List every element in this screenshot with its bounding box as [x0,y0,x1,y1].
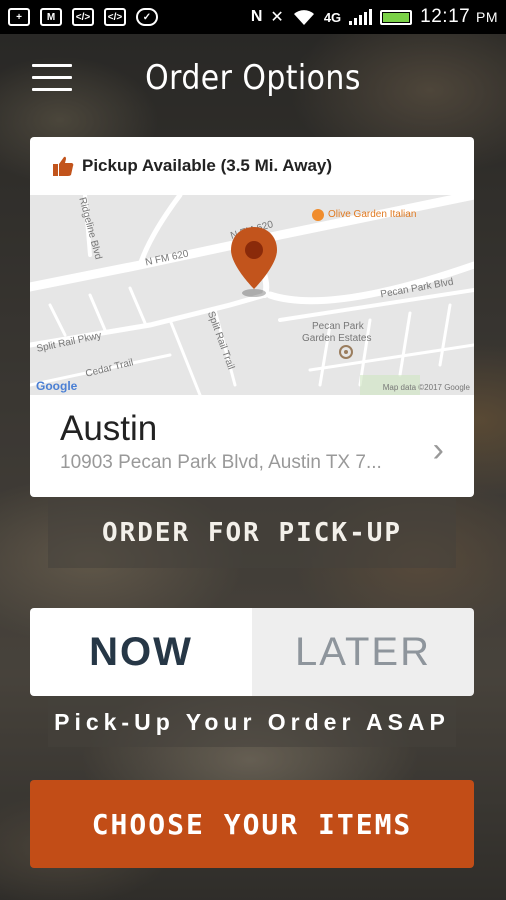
later-option[interactable]: LATER [252,608,474,696]
code-icon: </> [72,8,94,26]
google-logo: Google [36,379,78,393]
status-bar: + M </> </> ✓ N ✕ 4G 12:17 PM [0,0,506,34]
network-type: 4G [323,9,342,25]
location-city: Austin [60,409,158,448]
clock-time: 12:17 [420,6,471,27]
location-row[interactable]: Austin 10903 Pecan Park Blvd, Austin TX … [30,395,474,497]
signal-icon [349,9,373,25]
app-header: Order Options [0,34,506,120]
map-pin-icon [231,227,277,297]
map-label-olive-garden: Olive Garden Italian [328,209,417,220]
map-label-estates-line2: Garden Estates [302,333,372,344]
now-option[interactable]: NOW [30,608,252,696]
timing-toggle: NOW LATER [30,608,474,696]
mute-icon: ✕ [270,9,284,26]
location-address: 10903 Pecan Park Blvd, Austin TX 7... [60,452,382,473]
map-data-attribution: Map data ©2017 Google [382,383,470,392]
status-time: 12:17 PM [420,6,498,28]
order-for-pickup-button[interactable]: ORDER FOR PICK-UP [48,498,456,568]
clock-ampm: PM [476,9,498,25]
pickup-availability: Pickup Available (3.5 Mi. Away) [30,137,474,195]
nfc-icon: N [250,8,263,25]
battery-icon [380,9,413,25]
timing-subtext: Pick-Up Your Order ASAP [48,697,456,747]
wifi-icon [293,10,314,25]
map-label-estates-line1: Pecan Park [312,321,364,332]
choose-items-button[interactable]: CHOOSE YOUR ITEMS [30,780,474,868]
page-title: Order Options [145,58,361,98]
thumbs-up-icon [53,156,74,176]
location-card[interactable]: Pickup Available (3.5 Mi. Away) N FM 620… [30,137,474,497]
add-notification-icon: + [8,8,30,26]
store-map[interactable]: N FM 620 N FM 620 Olive Garden Italian R… [30,195,474,395]
chevron-right-icon[interactable]: › [433,431,444,470]
pickup-available-text: Pickup Available (3.5 Mi. Away) [82,156,333,175]
code-icon-2: </> [104,8,126,26]
gmail-icon: M [40,8,62,26]
message-icon: ✓ [136,8,158,26]
